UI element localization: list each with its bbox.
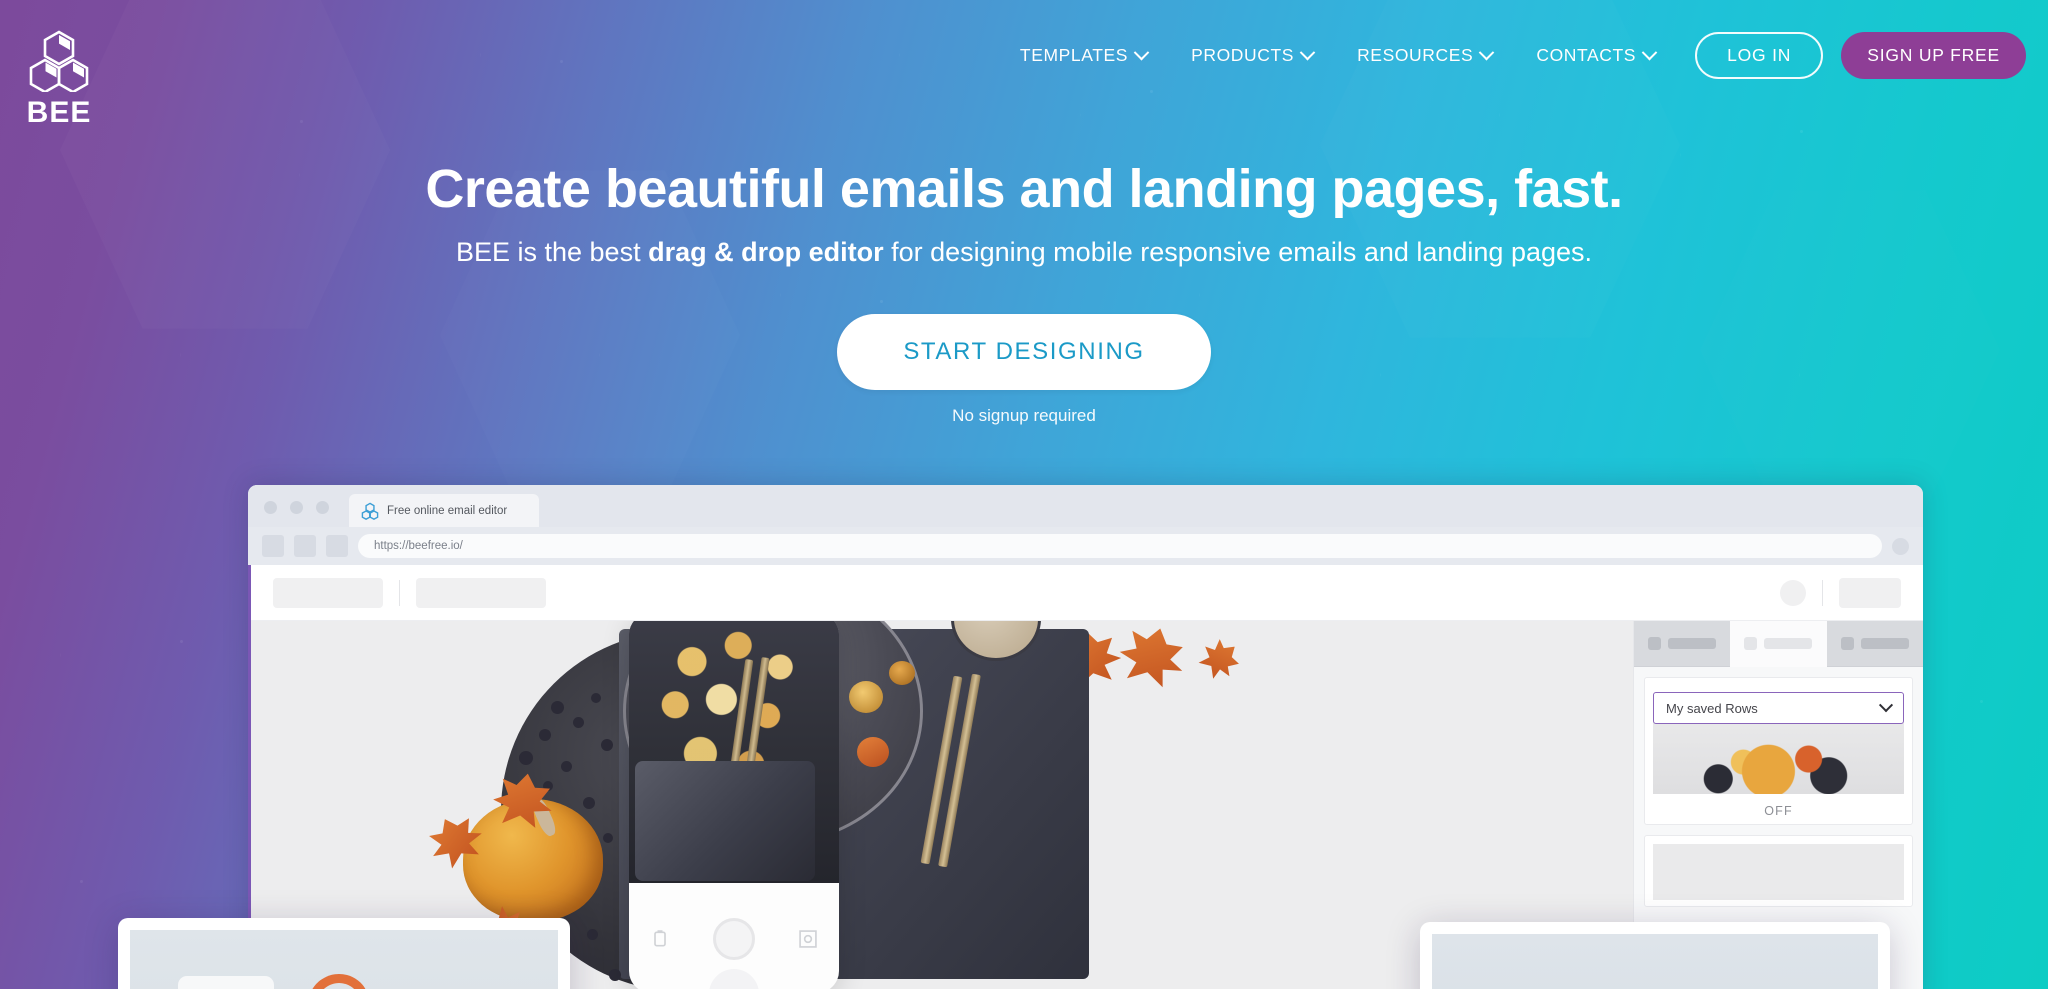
window-dot[interactable]: [316, 501, 329, 514]
cta-group: START DESIGNING No signup required: [0, 314, 2048, 426]
switch-camera-icon[interactable]: [798, 929, 818, 949]
editor-toolbar: [251, 565, 1923, 621]
subheadline-emphasis: drag & drop editor: [648, 237, 884, 268]
panel-tab-content[interactable]: [1634, 621, 1731, 667]
progress-ring-icon: [296, 962, 382, 989]
panel-tab-label: [1860, 638, 1909, 649]
subheadline-part-1: BEE is the best: [455, 237, 649, 268]
panel-tab-rows[interactable]: [1730, 621, 1827, 667]
nav-item-products[interactable]: PRODUCTS: [1169, 44, 1335, 66]
start-designing-button[interactable]: START DESIGNING: [837, 314, 1211, 391]
main-navigation: TEMPLATES PRODUCTS RESOURCES CONTACTS LO…: [0, 0, 2048, 110]
nav-item-contacts[interactable]: CONTACTS: [1514, 44, 1677, 66]
sign-up-free-button[interactable]: SIGN UP FREE: [1841, 31, 2026, 79]
subheadline-part-2: for designing mobile responsive emails a…: [883, 237, 1593, 268]
panel-tab-label: [1668, 638, 1717, 649]
card-chip: [178, 976, 274, 989]
saved-rows-value: My saved Rows: [1666, 700, 1758, 716]
chevron-down-icon: [1479, 44, 1495, 60]
nav-label: PRODUCTS: [1191, 44, 1295, 65]
back-button[interactable]: [262, 535, 284, 557]
browser-url-bar: https://beefree.io/: [248, 527, 1923, 565]
saved-rows-select[interactable]: My saved Rows: [1653, 692, 1904, 724]
hero-subheadline: BEE is the best drag & drop editor for d…: [0, 237, 2048, 268]
floating-card-left-content: [130, 930, 558, 989]
shutter-button[interactable]: [712, 918, 755, 960]
chevron-down-icon: [1133, 44, 1150, 60]
toolbar-save-block[interactable]: [1839, 577, 1901, 608]
phone-mockup: [629, 621, 839, 989]
saved-row-caption: OFF: [1764, 804, 1793, 818]
chevron-down-icon: [1299, 44, 1316, 60]
window-dot[interactable]: [264, 501, 277, 514]
nav-item-templates[interactable]: TEMPLATES: [998, 44, 1169, 66]
phone-screen: [629, 621, 839, 883]
panel-tab-label: [1764, 638, 1813, 649]
panel-tabs: [1634, 621, 1923, 667]
hero-section: Create beautiful emails and landing page…: [0, 159, 2048, 426]
nav-label: RESOURCES: [1357, 44, 1474, 65]
saved-row-placeholder: [1653, 844, 1904, 900]
chevron-down-icon: [1878, 698, 1894, 713]
forward-button[interactable]: [294, 535, 316, 557]
cta-note: No signup required: [952, 406, 1096, 426]
panel-tab-icon: [1744, 637, 1758, 650]
bee-favicon-icon: [361, 502, 379, 520]
floating-card-right-content: [1432, 934, 1878, 989]
window-controls: [264, 501, 349, 527]
saved-row-card[interactable]: My saved Rows OFF: [1644, 677, 1913, 825]
toolbar-block[interactable]: [273, 577, 383, 608]
saved-row-card-empty[interactable]: [1644, 835, 1913, 907]
log-in-button[interactable]: LOG IN: [1695, 31, 1824, 79]
nav-label: CONTACTS: [1536, 44, 1637, 65]
browser-tab-bar: Free online email editor: [248, 485, 1923, 527]
reload-button[interactable]: [326, 535, 348, 557]
toolbar-divider: [399, 579, 400, 606]
toolbar-avatar[interactable]: [1780, 579, 1806, 606]
nav-item-resources[interactable]: RESOURCES: [1335, 44, 1514, 66]
flash-icon[interactable]: [650, 929, 670, 949]
site-header: BEE TEMPLATES PRODUCTS RESOURCES CONTACT…: [0, 0, 2048, 128]
floating-card-left: [118, 918, 570, 989]
panel-tab-settings[interactable]: [1826, 621, 1923, 667]
panel-tab-icon: [1648, 637, 1662, 650]
window-dot[interactable]: [290, 501, 303, 514]
chevron-down-icon: [1641, 44, 1658, 60]
floating-card-right: [1420, 922, 1890, 989]
browser-menu-icon[interactable]: [1892, 537, 1909, 555]
page-title: Create beautiful emails and landing page…: [425, 159, 1623, 219]
saved-row-thumbnail: [1653, 718, 1904, 794]
browser-tab-title: Free online email editor: [387, 504, 508, 517]
hero-page: BEE TEMPLATES PRODUCTS RESOURCES CONTACT…: [0, 0, 2048, 989]
url-input[interactable]: https://beefree.io/: [358, 534, 1882, 558]
panel-tab-icon: [1840, 637, 1854, 650]
toolbar-block[interactable]: [416, 577, 546, 608]
browser-tab[interactable]: Free online email editor: [349, 494, 539, 527]
browser-mockup: Free online email editor https://beefree…: [248, 485, 1923, 989]
toolbar-divider: [1822, 579, 1823, 606]
nav-label: TEMPLATES: [1019, 44, 1129, 65]
